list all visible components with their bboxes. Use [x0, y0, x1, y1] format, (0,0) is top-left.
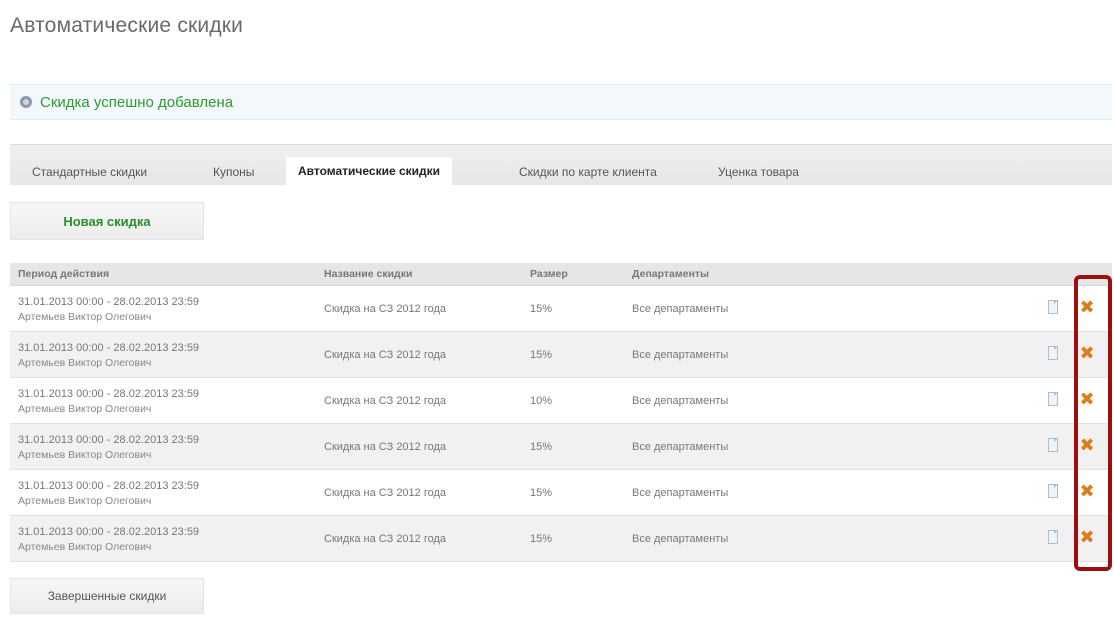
delete-icon[interactable]: ✖ — [1078, 298, 1096, 316]
discount-departments: Все департаменты — [624, 423, 1036, 470]
table-row: 31.01.2013 00:00 - 28.02.2013 23:59 Артем… — [10, 515, 1112, 562]
edit-icon[interactable] — [1048, 484, 1058, 498]
period-cell: 31.01.2013 00:00 - 28.02.2013 23:59 Артем… — [10, 331, 316, 378]
discount-name: Скидка на СЗ 2012 года — [316, 331, 522, 378]
col-actions — [1036, 263, 1112, 286]
author-text: Артемьев Виктор Олегович — [18, 495, 152, 507]
discount-name: Скидка на СЗ 2012 года — [316, 285, 522, 332]
tab-automatic-discounts[interactable]: Автоматические скидки — [286, 157, 453, 185]
col-period[interactable]: Период действия — [10, 263, 316, 286]
author-text: Артемьев Виктор Олегович — [18, 357, 152, 369]
period-text: 31.01.2013 00:00 - 28.02.2013 23:59 — [18, 480, 200, 492]
delete-icon[interactable]: ✖ — [1078, 528, 1096, 546]
tab-client-card-discounts[interactable]: Скидки по карте клиента — [519, 159, 657, 185]
table-row: 31.01.2013 00:00 - 28.02.2013 23:59 Артем… — [10, 285, 1112, 332]
table-row: 31.01.2013 00:00 - 28.02.2013 23:59 Артем… — [10, 469, 1112, 516]
col-name[interactable]: Название скидки — [316, 263, 522, 286]
period-cell: 31.01.2013 00:00 - 28.02.2013 23:59 Артем… — [10, 515, 316, 562]
delete-icon[interactable]: ✖ — [1078, 436, 1096, 454]
edit-icon[interactable] — [1048, 346, 1058, 360]
actions-cell: ✖ — [1036, 469, 1112, 516]
discount-size: 15% — [522, 423, 624, 470]
period-cell: 31.01.2013 00:00 - 28.02.2013 23:59 Артем… — [10, 423, 316, 470]
success-message: Скидка успешно добавлена — [40, 93, 234, 111]
actions-cell: ✖ — [1036, 331, 1112, 378]
actions-cell: ✖ — [1036, 377, 1112, 424]
period-text: 31.01.2013 00:00 - 28.02.2013 23:59 — [18, 296, 200, 308]
info-icon — [20, 96, 32, 108]
discount-size: 15% — [522, 331, 624, 378]
delete-icon[interactable]: ✖ — [1078, 482, 1096, 500]
author-text: Артемьев Виктор Олегович — [18, 541, 152, 553]
actions-cell: ✖ — [1036, 423, 1112, 470]
author-text: Артемьев Виктор Олегович — [18, 449, 152, 461]
delete-icon[interactable]: ✖ — [1078, 390, 1096, 408]
actions-cell: ✖ — [1036, 285, 1112, 332]
discount-departments: Все департаменты — [624, 285, 1036, 332]
tab-markdown[interactable]: Уценка товара — [718, 159, 799, 185]
new-discount-button[interactable]: Новая скидка — [10, 202, 204, 240]
edit-icon[interactable] — [1048, 530, 1058, 544]
table-row: 31.01.2013 00:00 - 28.02.2013 23:59 Артем… — [10, 423, 1112, 470]
discount-departments: Все департаменты — [624, 469, 1036, 516]
author-text: Артемьев Виктор Олегович — [18, 311, 152, 323]
edit-icon[interactable] — [1048, 300, 1058, 314]
col-departments[interactable]: Департаменты — [624, 263, 1036, 286]
discount-size: 15% — [522, 285, 624, 332]
tab-bar: Стандартные скидки Купоны Автоматические… — [10, 144, 1112, 185]
discount-size: 15% — [522, 515, 624, 562]
tab-standard-discounts[interactable]: Стандартные скидки — [32, 159, 147, 185]
edit-icon[interactable] — [1048, 438, 1058, 452]
delete-icon[interactable]: ✖ — [1078, 344, 1096, 362]
table-header-row: Период действия Название скидки Размер Д… — [10, 263, 1112, 286]
discount-departments: Все департаменты — [624, 377, 1036, 424]
success-notice: Скидка успешно добавлена — [10, 84, 1112, 120]
table-row: 31.01.2013 00:00 - 28.02.2013 23:59 Артем… — [10, 377, 1112, 424]
period-text: 31.01.2013 00:00 - 28.02.2013 23:59 — [18, 342, 200, 354]
discount-size: 15% — [522, 469, 624, 516]
period-cell: 31.01.2013 00:00 - 28.02.2013 23:59 Артем… — [10, 377, 316, 424]
edit-icon[interactable] — [1048, 392, 1058, 406]
discount-name: Скидка на СЗ 2012 года — [316, 469, 522, 516]
discount-departments: Все департаменты — [624, 331, 1036, 378]
period-cell: 31.01.2013 00:00 - 28.02.2013 23:59 Артем… — [10, 285, 316, 332]
discounts-table: Период действия Название скидки Размер Д… — [10, 263, 1112, 562]
period-text: 31.01.2013 00:00 - 28.02.2013 23:59 — [18, 434, 200, 446]
discount-size: 10% — [522, 377, 624, 424]
discount-name: Скидка на СЗ 2012 года — [316, 377, 522, 424]
table-row: 31.01.2013 00:00 - 28.02.2013 23:59 Артем… — [10, 331, 1112, 378]
discount-departments: Все департаменты — [624, 515, 1036, 562]
period-cell: 31.01.2013 00:00 - 28.02.2013 23:59 Артем… — [10, 469, 316, 516]
discount-name: Скидка на СЗ 2012 года — [316, 515, 522, 562]
col-size[interactable]: Размер — [522, 263, 624, 286]
page-title: Автоматические скидки — [10, 14, 244, 37]
actions-cell: ✖ — [1036, 515, 1112, 562]
period-text: 31.01.2013 00:00 - 28.02.2013 23:59 — [18, 388, 200, 400]
finished-discounts-button[interactable]: Завершенные скидки — [10, 578, 204, 614]
discount-name: Скидка на СЗ 2012 года — [316, 423, 522, 470]
tab-coupons[interactable]: Купоны — [213, 159, 254, 185]
period-text: 31.01.2013 00:00 - 28.02.2013 23:59 — [18, 526, 200, 538]
author-text: Артемьев Виктор Олегович — [18, 403, 152, 415]
